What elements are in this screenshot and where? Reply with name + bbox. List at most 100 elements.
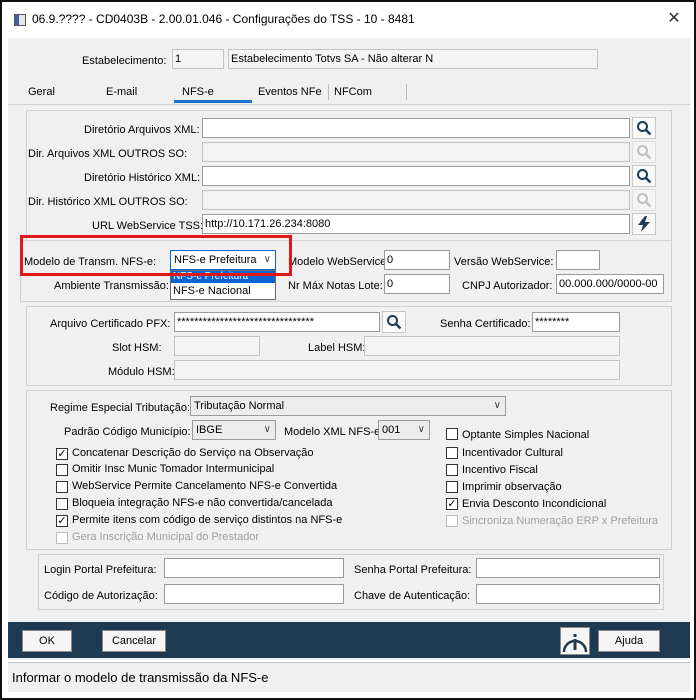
info-button[interactable] (560, 627, 590, 655)
title-bar: 06.9.???? - CD0403B - 2.00.01.046 - Conf… (2, 2, 694, 38)
checkbox-optante-simples[interactable] (446, 428, 458, 440)
login-portal-field[interactable] (164, 558, 344, 578)
checkbox-gera-inscricao (56, 532, 68, 544)
dir-hist-label: Diretório Histórico XML: (84, 172, 201, 184)
checkbox-label: Bloqueia integração NFS-e não convertida… (72, 497, 333, 509)
checkbox-incentivador[interactable] (446, 447, 458, 459)
search-button[interactable] (382, 311, 406, 333)
modelo-ws-field[interactable]: 0 (384, 250, 450, 270)
nr-max-field[interactable]: 0 (384, 274, 450, 294)
versao-ws-field[interactable] (556, 250, 600, 270)
tab-nfcom[interactable]: NFCom (334, 86, 372, 98)
checkbox-imprimir-obs[interactable] (446, 481, 458, 493)
checkbox-envia-desconto[interactable]: ✓ (446, 498, 458, 510)
ok-button[interactable]: OK (22, 630, 72, 652)
senha-cert-label: Senha Certificado: (440, 318, 531, 330)
active-tab-indicator (174, 100, 252, 103)
codigo-autorizacao-field[interactable] (164, 584, 344, 604)
highlight-box (20, 235, 292, 276)
slot-hsm-label: Slot HSM: (112, 342, 162, 354)
tab-email[interactable]: E-mail (106, 86, 137, 98)
checkbox-label: Incentivo Fiscal (462, 464, 538, 476)
senha-portal-field[interactable] (476, 558, 660, 578)
cnpj-field[interactable]: 00.000.000/0000-00 (556, 274, 664, 294)
search-button-disabled (632, 141, 656, 163)
arquivo-cert-field[interactable]: ******************************** (174, 312, 380, 332)
codigo-autorizacao-label: Código de Autorização: (44, 590, 158, 602)
window-title: 06.9.???? - CD0403B - 2.00.01.046 - Conf… (32, 12, 415, 26)
dir-xml-label: Diretório Arquivos XML: (84, 124, 200, 136)
search-icon (637, 193, 652, 208)
cancel-button[interactable]: Cancelar (102, 630, 166, 652)
tab-divider (328, 84, 329, 100)
tab-strip-border (8, 104, 690, 105)
info-icon (562, 634, 588, 653)
close-icon[interactable]: ✕ (664, 8, 684, 30)
tab-nfse[interactable]: NFS-e (182, 86, 214, 98)
checkbox-ws-cancelamento[interactable] (56, 481, 68, 493)
senha-portal-label: Senha Portal Prefeitura: (354, 564, 472, 576)
checkbox-label: Optante Simples Nacional (462, 429, 590, 441)
dir-xml-outros-label: Dir. Arquivos XML OUTROS SO: (28, 148, 188, 160)
search-icon (637, 169, 652, 184)
checkbox-label: Incentivador Cultural (462, 447, 563, 459)
test-connection-button[interactable] (632, 213, 656, 235)
checkbox-incentivo[interactable] (446, 464, 458, 476)
checkbox-sincroniza (446, 515, 458, 527)
label-hsm-label: Label HSM: (308, 342, 366, 354)
modelo-xml-select[interactable]: 001 ∨ (378, 420, 430, 440)
dir-xml-field[interactable] (202, 118, 630, 138)
versao-ws-label: Versão WebService: (454, 256, 554, 268)
checkbox-omitir[interactable] (56, 464, 68, 476)
ambiente-label: Ambiente Transmissão: (54, 280, 169, 292)
app-icon (14, 14, 26, 26)
login-portal-label: Login Portal Prefeitura: (44, 564, 157, 576)
senha-cert-field[interactable]: ******** (532, 312, 620, 332)
checkbox-label: Gera Inscrição Municipal do Prestador (72, 531, 260, 543)
search-button-disabled (632, 189, 656, 211)
client-area: Estabelecimento: 1 Estabelecimento Totvs… (8, 38, 690, 660)
checkbox-label: Permite itens com código de serviço dist… (72, 514, 343, 526)
chevron-down-icon: ∨ (493, 400, 501, 411)
padrao-select[interactable]: IBGE ∨ (192, 420, 276, 440)
checkbox-label: Sincroniza Numeração ERP x Prefeitura (462, 515, 659, 527)
checkbox-label: Omitir Insc Munic Tomador Intermunicipal (72, 463, 275, 475)
dropdown-option-nacional[interactable]: NFS-e Nacional (171, 284, 275, 299)
checkbox-label: WebService Permite Cancelamento NFS-e Co… (72, 480, 338, 492)
padrao-value: IBGE (196, 424, 223, 436)
estab-name-field: Estabelecimento Totvs SA - Não alterar N (228, 49, 598, 69)
modelo-xml-value: 001 (382, 424, 401, 436)
dir-xml-outros-field (202, 142, 630, 162)
search-icon (637, 145, 652, 160)
tab-divider (406, 84, 407, 100)
tab-eventos-nfe[interactable]: Eventos NFe (258, 86, 322, 98)
url-ws-field[interactable]: http://10.171.26.234:8080 (202, 214, 630, 234)
modelo-ws-label: Modelo WebService: (288, 256, 390, 268)
search-icon (387, 315, 402, 330)
checkbox-permite-itens[interactable]: ✓ (56, 515, 68, 527)
checkbox-label: Imprimir observação (462, 481, 562, 493)
chevron-down-icon: ∨ (417, 424, 425, 435)
regime-select[interactable]: Tributação Normal ∨ (190, 396, 506, 416)
regime-label: Regime Especial Tributação: (50, 402, 191, 414)
modulo-hsm-field (174, 360, 620, 380)
nr-max-label: Nr Máx Notas Lote: (288, 280, 383, 292)
estab-code-field: 1 (172, 49, 224, 69)
dialog-window: 06.9.???? - CD0403B - 2.00.01.046 - Conf… (0, 0, 696, 700)
help-button[interactable]: Ajuda (598, 630, 660, 652)
dir-hist-field[interactable] (202, 166, 630, 186)
search-button[interactable] (632, 117, 656, 139)
tab-geral[interactable]: Geral (28, 86, 55, 98)
chave-autenticacao-field[interactable] (476, 584, 660, 604)
checkbox-bloqueia[interactable] (56, 498, 68, 510)
arquivo-cert-label: Arquivo Certificado PFX: (50, 318, 171, 330)
search-button[interactable] (632, 165, 656, 187)
modulo-hsm-label: Módulo HSM: (108, 366, 175, 378)
modelo-xml-label: Modelo XML NFS-e: (284, 426, 384, 438)
slot-hsm-field (174, 336, 260, 356)
status-bar: Informar o modelo de transmissão da NFS-… (8, 662, 690, 692)
checkbox-concatenar[interactable]: ✓ (56, 448, 68, 460)
checkbox-label: Envia Desconto Incondicional (462, 498, 607, 510)
footer-bar: OK Cancelar Ajuda (8, 622, 690, 658)
dir-hist-outros-label: Dir. Histórico XML OUTROS SO: (28, 196, 188, 208)
